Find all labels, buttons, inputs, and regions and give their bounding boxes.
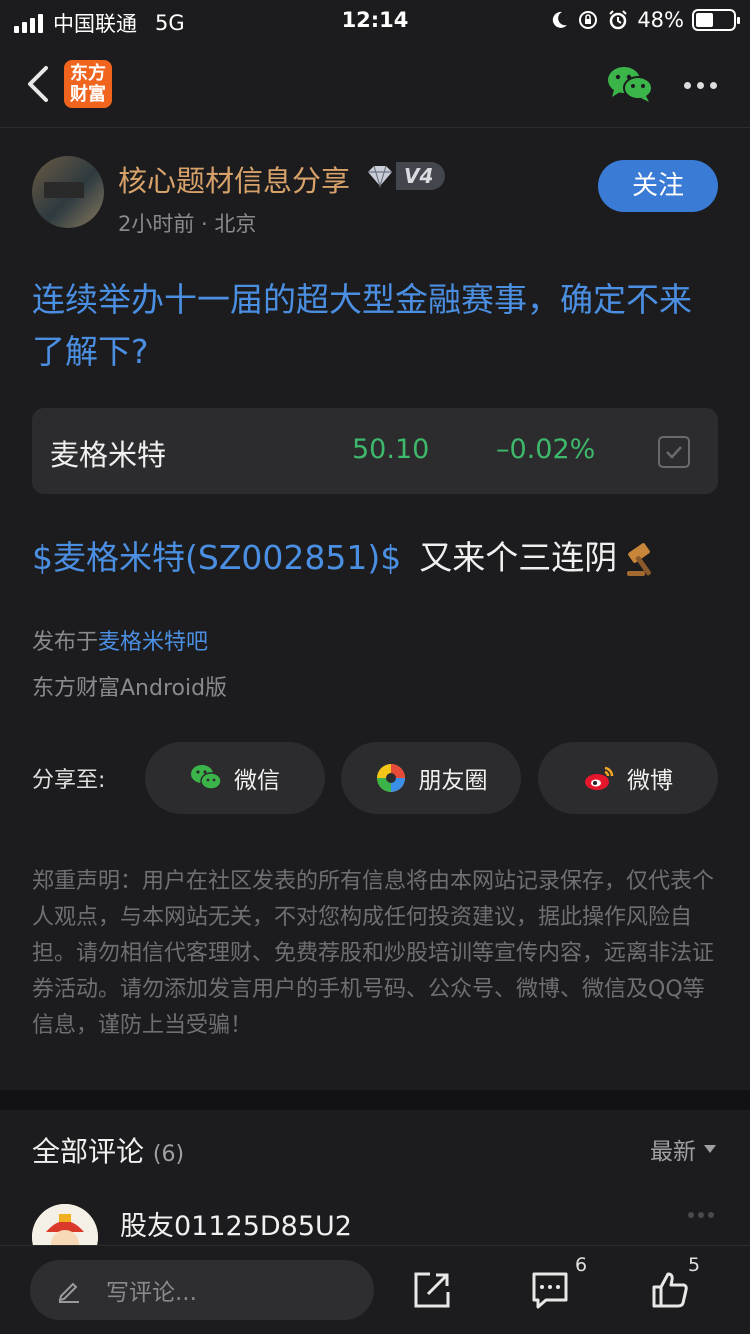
battery-percent: 48% — [637, 8, 684, 32]
battery-icon — [692, 9, 740, 31]
comment-count-badge: 6 — [575, 1254, 588, 1276]
wechat-share-icon[interactable] — [606, 64, 654, 104]
follow-button[interactable]: 关注 — [598, 160, 718, 212]
logo-line-2: 财富 — [70, 84, 106, 105]
stock-change: –0.02% — [496, 434, 596, 465]
stock-link[interactable]: $麦格米特(SZ002851)$ — [32, 538, 401, 577]
author-name[interactable]: 核心题材信息分享 — [118, 158, 350, 200]
status-bar: 中国联通 5G 12:14 48% — [0, 0, 750, 40]
comments-title: 全部评论 — [32, 1135, 145, 1168]
hammer-emoji-icon — [627, 542, 652, 576]
author-avatar[interactable] — [32, 156, 104, 228]
more-options-icon[interactable] — [678, 70, 722, 100]
published-in: 发布于麦格米特吧 — [32, 624, 208, 656]
share-weibo-label: 微博 — [627, 768, 673, 794]
comment-more-icon[interactable] — [688, 1212, 714, 1218]
add-watchlist-checkbox[interactable] — [658, 436, 690, 468]
level-label: V4 — [396, 162, 446, 190]
post-meta: 2小时前 · 北京 — [118, 212, 257, 236]
share-wechat-button[interactable]: 微信 — [145, 742, 325, 814]
weibo-icon — [585, 766, 614, 790]
sort-label: 最新 — [650, 1139, 696, 1165]
caret-down-icon — [704, 1145, 716, 1153]
client-label: 东方财富Android版 — [32, 676, 228, 701]
moments-icon — [376, 764, 405, 792]
alarm-icon — [609, 10, 628, 30]
share-icon[interactable] — [412, 1270, 452, 1310]
post-content: $麦格米特(SZ002851)$ 又来个三连阴 — [32, 532, 732, 584]
post-title[interactable]: 连续举办十一届的超大型金融赛事，确定不来了解下? — [32, 274, 722, 378]
bottom-bar: 写评论... 6 5 — [0, 1245, 750, 1334]
orientation-lock-icon — [579, 11, 598, 29]
share-wechat-label: 微信 — [234, 768, 280, 794]
pencil-icon — [58, 1282, 79, 1303]
like-count-badge: 5 — [688, 1254, 701, 1276]
level-badge: V4 — [366, 160, 446, 192]
back-button[interactable] — [20, 62, 60, 106]
stock-card[interactable]: 麦格米特 50.10 –0.02% — [32, 408, 718, 494]
comments-header: 全部评论 (6) — [32, 1130, 184, 1170]
comment-placeholder: 写评论... — [106, 1280, 197, 1306]
stock-bar-link[interactable]: 麦格米特吧 — [98, 630, 208, 655]
stock-price: 50.10 — [352, 434, 430, 465]
nav-bar: 东方 财富 — [0, 40, 750, 128]
comments-count: (6) — [152, 1142, 185, 1167]
logo-line-1: 东方 — [70, 63, 106, 84]
section-divider — [0, 1090, 750, 1110]
share-moments-button[interactable]: 朋友圈 — [341, 742, 521, 814]
published-prefix: 发布于 — [32, 630, 99, 655]
share-label: 分享至: — [32, 768, 106, 793]
comment-input[interactable]: 写评论... — [30, 1260, 374, 1320]
comment-icon[interactable] — [530, 1270, 570, 1310]
stock-name: 麦格米特 — [50, 438, 167, 472]
check-icon — [666, 446, 682, 459]
diamond-icon — [368, 165, 392, 188]
moon-icon — [553, 11, 568, 28]
post-text: 又来个三连阴 — [419, 538, 618, 577]
app-logo: 东方 财富 — [64, 60, 112, 108]
author-row: 核心题材信息分享 V4 2小时前 · 北京 关注 — [32, 156, 718, 236]
sort-dropdown[interactable]: 最新 — [650, 1132, 716, 1166]
wechat-icon — [191, 765, 222, 790]
share-weibo-button[interactable]: 微博 — [538, 742, 718, 814]
share-moments-label: 朋友圈 — [418, 768, 488, 794]
thumbs-up-icon[interactable] — [650, 1270, 690, 1310]
commenter-name[interactable]: 股友01125D85U2 — [120, 1204, 352, 1243]
disclaimer: 郑重声明：用户在社区发表的所有信息将由本网站记录保存，仅代表个人观点，与本网站无… — [32, 869, 715, 1038]
